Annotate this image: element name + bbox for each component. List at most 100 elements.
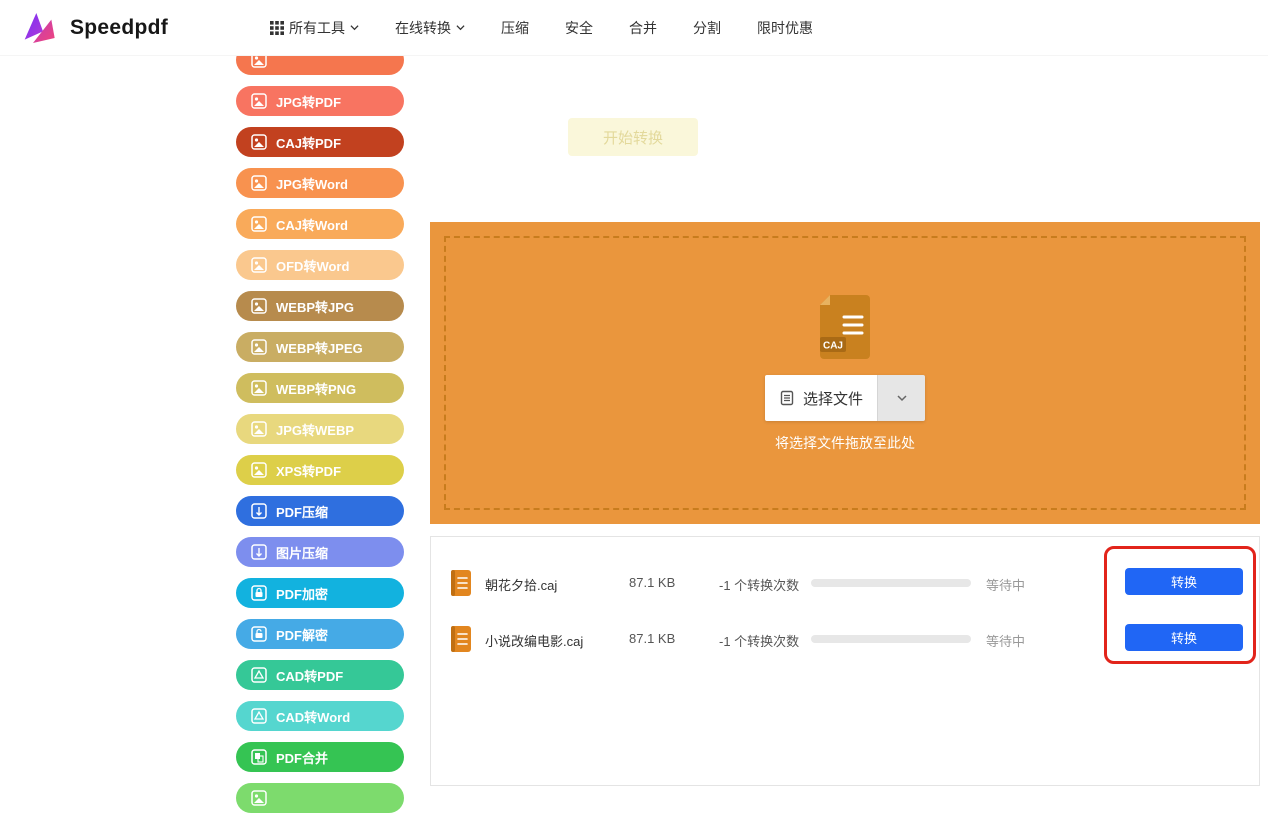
convert-button[interactable]: 转换 — [1125, 568, 1243, 595]
tool-icon — [250, 92, 268, 110]
nav-security-label: 安全 — [565, 18, 593, 38]
convert-button[interactable]: 转换 — [1125, 624, 1243, 651]
sidebar-item-pdf-compress[interactable]: PDF压缩 — [236, 496, 404, 526]
file-name: 朝花夕拾.caj — [485, 575, 620, 594]
nav-compress[interactable]: 压缩 — [501, 18, 529, 38]
nav-promo[interactable]: 限时优惠 — [757, 18, 813, 38]
header: Speedpdf 所有工具 在线转换 压缩 安全 合并 分割 限时优惠 — [0, 0, 1268, 56]
chevron-down-icon — [896, 392, 908, 404]
nav-promo-label: 限时优惠 — [757, 18, 813, 38]
sidebar-item-label: WEBP转PNG — [276, 379, 356, 398]
caj-file-icon: CAJ — [816, 293, 874, 363]
nav-online-convert[interactable]: 在线转换 — [395, 18, 465, 38]
sidebar-item-label: XPS转PDF — [276, 461, 341, 480]
svg-text:CAJ: CAJ — [823, 341, 843, 352]
main-nav: 所有工具 在线转换 压缩 安全 合并 分割 限时优惠 — [270, 18, 813, 38]
progress-bar — [811, 579, 971, 587]
sidebar-item-pdf-decrypt[interactable]: PDF解密 — [236, 619, 404, 649]
upload-dropzone[interactable]: CAJ 选择文件 将选择文件拖放至此处 — [430, 222, 1260, 524]
sidebar-item-label: PDF加密 — [276, 584, 328, 603]
file-list-panel: 朝花夕拾.caj 87.1 KB -1 个转换次数 等待中 转换 小说改编电影.… — [430, 536, 1260, 786]
sidebar-item-jpg-to-webp[interactable]: JPG转WEBP — [236, 414, 404, 444]
start-convert-button-faint[interactable]: 开始转换 — [568, 118, 698, 156]
tool-icon — [250, 502, 268, 520]
sidebar-item-caj-to-word[interactable]: CAJ转Word — [236, 209, 404, 239]
sidebar-item-image-compress[interactable]: 图片压缩 — [236, 537, 404, 567]
tool-icon — [250, 379, 268, 397]
tool-icon — [250, 420, 268, 438]
sidebar-item-label: JPG转PDF — [276, 92, 341, 111]
sidebar-item-label: 图片压缩 — [276, 543, 328, 562]
select-file-dropdown-button[interactable] — [877, 375, 925, 421]
sidebar-item-label: CAD转PDF — [276, 666, 343, 685]
sidebar-item-label: WEBP转JPEG — [276, 338, 363, 357]
sidebar-item-webp-to-png[interactable]: WEBP转PNG — [236, 373, 404, 403]
sidebar-item-pdf-encrypt[interactable]: PDF加密 — [236, 578, 404, 608]
sidebar-item-webp-to-jpg[interactable]: WEBP转JPG — [236, 291, 404, 321]
nav-split[interactable]: 分割 — [693, 18, 721, 38]
sidebar-item-pdf-merge[interactable]: PDF合并 — [236, 742, 404, 772]
file-row: 小说改编电影.caj 87.1 KB -1 个转换次数 等待中 转换 — [431, 611, 1259, 667]
drop-hint-text: 将选择文件拖放至此处 — [775, 433, 915, 453]
status-text: 等待中 — [986, 631, 1025, 650]
select-file-button[interactable]: 选择文件 — [765, 375, 877, 421]
tool-icon — [250, 666, 268, 684]
conversion-count: -1 个转换次数 — [719, 631, 799, 650]
tool-icon — [250, 297, 268, 315]
tool-icon — [250, 256, 268, 274]
sidebar-item-label: OFD转Word — [276, 256, 349, 275]
lock-icon — [250, 584, 268, 602]
document-icon — [779, 390, 795, 406]
sidebar-item-label: JPG转WEBP — [276, 420, 354, 439]
speedpdf-logo-icon — [18, 8, 58, 48]
merge-icon — [250, 748, 268, 766]
unlock-icon — [250, 625, 268, 643]
tool-icon — [250, 543, 268, 561]
caj-doc-icon — [449, 569, 473, 597]
sidebar-item-label: CAJ转Word — [276, 215, 348, 234]
nav-online-convert-label: 在线转换 — [395, 18, 451, 38]
select-file-label: 选择文件 — [803, 388, 863, 409]
sidebar-item-cad-to-word[interactable]: CAD转Word — [236, 701, 404, 731]
sidebar-item-label: WEBP转JPG — [276, 297, 354, 316]
upload-dropzone-dashed-area: CAJ 选择文件 将选择文件拖放至此处 — [444, 236, 1246, 510]
nav-merge-label: 合并 — [629, 18, 657, 38]
file-size: 87.1 KB — [629, 631, 675, 646]
conversion-count: -1 个转换次数 — [719, 575, 799, 594]
tool-sidebar: JPG转PDF CAJ转PDF JPG转Word CAJ转Word OFD转Wo… — [236, 45, 404, 813]
nav-security[interactable]: 安全 — [565, 18, 593, 38]
sidebar-item-jpg-to-word[interactable]: JPG转Word — [236, 168, 404, 198]
nav-merge[interactable]: 合并 — [629, 18, 657, 38]
sidebar-item-label: CAJ转PDF — [276, 133, 341, 152]
sidebar-item-cad-to-pdf[interactable]: CAD转PDF — [236, 660, 404, 690]
file-size: 87.1 KB — [629, 575, 675, 590]
sidebar-item-label: PDF解密 — [276, 625, 328, 644]
brand[interactable]: Speedpdf — [0, 8, 230, 48]
grid-icon — [270, 21, 284, 35]
sidebar-item-partial-bottom[interactable] — [236, 783, 404, 813]
tool-icon — [250, 707, 268, 725]
sidebar-item-ofd-to-word[interactable]: OFD转Word — [236, 250, 404, 280]
sidebar-item-webp-to-jpeg[interactable]: WEBP转JPEG — [236, 332, 404, 362]
tool-icon — [250, 133, 268, 151]
tool-icon — [250, 215, 268, 233]
sidebar-item-label: JPG转Word — [276, 174, 348, 193]
progress-bar — [811, 635, 971, 643]
sidebar-item-jpg-to-pdf[interactable]: JPG转PDF — [236, 86, 404, 116]
sidebar-item-label: PDF压缩 — [276, 502, 328, 521]
nav-split-label: 分割 — [693, 18, 721, 38]
nav-all-tools-label: 所有工具 — [289, 18, 345, 38]
nav-compress-label: 压缩 — [501, 18, 529, 38]
nav-all-tools[interactable]: 所有工具 — [270, 18, 359, 38]
file-name: 小说改编电影.caj — [485, 631, 620, 650]
chevron-down-icon — [456, 23, 465, 32]
file-row: 朝花夕拾.caj 87.1 KB -1 个转换次数 等待中 转换 — [431, 555, 1259, 611]
sidebar-item-caj-to-pdf[interactable]: CAJ转PDF — [236, 127, 404, 157]
sidebar-item-label: CAD转Word — [276, 707, 350, 726]
sidebar-item-xps-to-pdf[interactable]: XPS转PDF — [236, 455, 404, 485]
select-file-split-button: 选择文件 — [765, 375, 925, 421]
tool-icon — [250, 174, 268, 192]
caj-doc-icon — [449, 625, 473, 653]
chevron-down-icon — [350, 23, 359, 32]
tool-icon — [250, 338, 268, 356]
